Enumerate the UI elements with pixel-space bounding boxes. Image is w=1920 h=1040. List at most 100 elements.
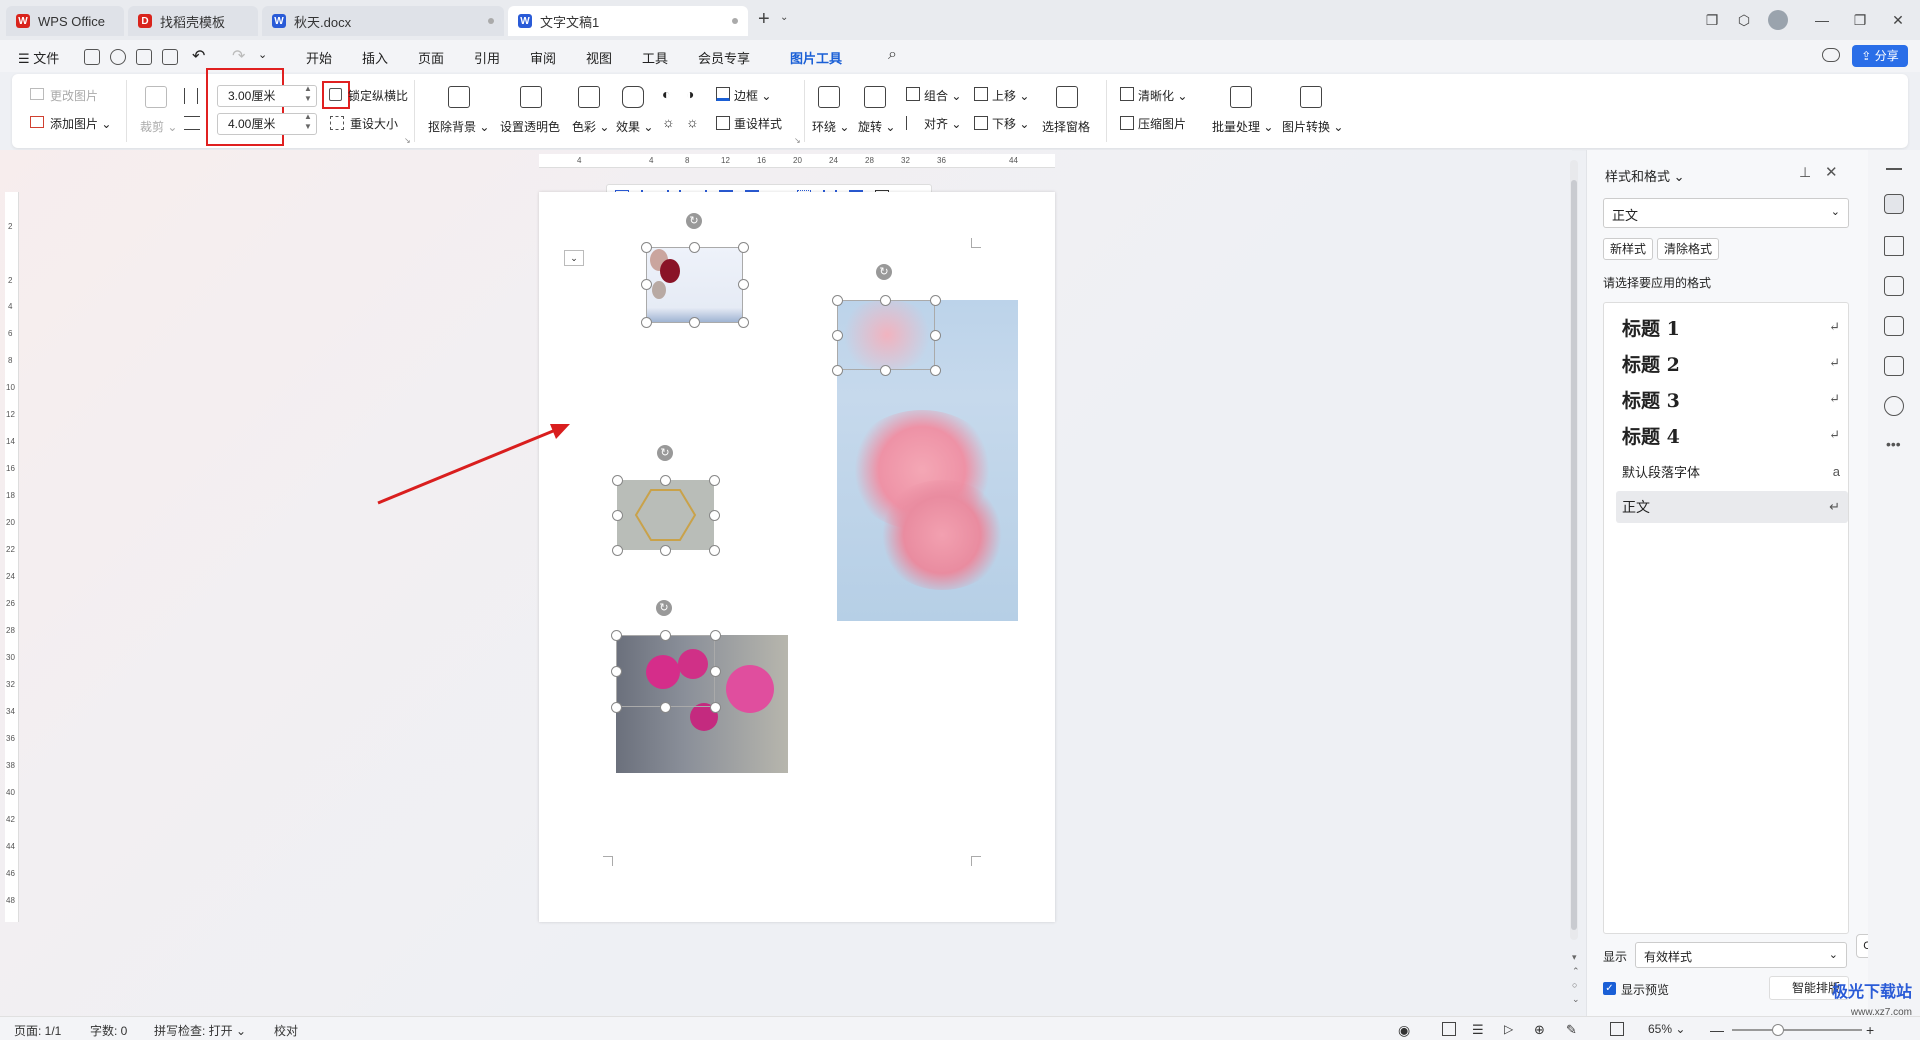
tab-autumn-doc[interactable]: W 秋天.docx bbox=[262, 6, 504, 36]
border-button[interactable]: 边框 ⌄ bbox=[734, 87, 771, 104]
increase-brightness-icon[interactable]: ☼ bbox=[662, 114, 675, 130]
undo-icon[interactable]: ↶ bbox=[192, 46, 205, 66]
resize-handle[interactable] bbox=[689, 242, 700, 253]
scrollbar-thumb[interactable] bbox=[1571, 180, 1577, 930]
more-chevron-icon[interactable]: ⌄ bbox=[258, 48, 267, 61]
zoom-in-icon[interactable]: + bbox=[1866, 1022, 1874, 1038]
resize-handle[interactable] bbox=[709, 510, 720, 521]
pin-icon[interactable]: ⊥ bbox=[1799, 164, 1811, 181]
window-layout-icon[interactable]: ❐ bbox=[1702, 10, 1722, 30]
add-image-button[interactable]: 添加图片 ⌄ bbox=[50, 115, 111, 132]
vertical-scrollbar[interactable] bbox=[1570, 160, 1578, 940]
restore-icon[interactable]: ❐ bbox=[1850, 10, 1870, 30]
resize-handle[interactable] bbox=[612, 510, 623, 521]
save-icon[interactable] bbox=[84, 49, 100, 65]
width-stepper[interactable]: ▲ ▼ bbox=[304, 112, 312, 132]
style-heading-1[interactable]: 标题 1 ↵ bbox=[1616, 311, 1848, 343]
tab-close-dot-icon[interactable] bbox=[732, 18, 738, 24]
tab-list-chevron-icon[interactable]: ⌄ bbox=[780, 12, 788, 23]
new-tab-plus-icon[interactable]: + bbox=[758, 8, 770, 31]
zoom-level[interactable]: 65% ⌄ bbox=[1648, 1022, 1685, 1036]
zoom-slider-thumb[interactable] bbox=[1772, 1024, 1784, 1036]
resize-handle[interactable] bbox=[689, 317, 700, 328]
file-menu[interactable]: ☰ 文件 bbox=[18, 48, 59, 67]
rotate-button[interactable]: 旋转 ⌄ bbox=[858, 118, 895, 135]
sharpen-button[interactable]: 清晰化 ⌄ bbox=[1138, 87, 1187, 104]
resize-handle[interactable] bbox=[930, 295, 941, 306]
menu-home[interactable]: 开始 bbox=[306, 48, 332, 67]
remove-background-button[interactable]: 抠除背景 ⌄ bbox=[428, 118, 489, 135]
rotate-handle-icon[interactable]: ↻ bbox=[686, 213, 702, 229]
tab-wps-office[interactable]: W WPS Office bbox=[6, 6, 124, 36]
close-icon[interactable]: ✕ bbox=[1888, 10, 1908, 30]
search-icon[interactable]: ⌕ bbox=[888, 46, 897, 64]
print-preview-icon[interactable] bbox=[162, 49, 178, 65]
search-doc-icon[interactable] bbox=[110, 49, 126, 65]
reset-size-button[interactable]: 重设大小 bbox=[350, 115, 398, 132]
menu-review[interactable]: 审阅 bbox=[530, 48, 556, 67]
show-select[interactable]: 有效样式 ⌄ bbox=[1635, 942, 1847, 968]
style-dialog-launcher-icon[interactable]: ↘ bbox=[794, 136, 801, 145]
resize-handle[interactable] bbox=[660, 702, 671, 713]
group-button[interactable]: 组合 ⌄ bbox=[924, 87, 961, 104]
tools-icon[interactable] bbox=[1884, 356, 1904, 376]
more-icon[interactable]: ••• bbox=[1886, 436, 1901, 452]
style-body-text[interactable]: 正文 ↵ bbox=[1616, 491, 1848, 523]
set-transparent-button[interactable]: 设置透明色 bbox=[500, 118, 560, 135]
minimize-icon[interactable]: — bbox=[1812, 10, 1832, 30]
image-edit-icon[interactable] bbox=[1884, 316, 1904, 336]
menu-tools[interactable]: 工具 bbox=[642, 48, 668, 67]
resize-handle[interactable] bbox=[738, 242, 749, 253]
collapse-icon[interactable] bbox=[1886, 168, 1902, 170]
avatar[interactable] bbox=[1768, 10, 1788, 30]
pane-close-icon[interactable]: ✕ bbox=[1825, 163, 1838, 181]
play-icon[interactable]: ▷ bbox=[1504, 1022, 1513, 1036]
redo-icon[interactable]: ↷ bbox=[232, 46, 245, 66]
decrease-brightness-icon[interactable]: ☼ bbox=[686, 114, 699, 130]
edit-pen-icon[interactable] bbox=[1884, 194, 1904, 214]
vertical-ruler[interactable]: 2 2 4 6 8 10 12 14 16 18 20 22 24 26 28 … bbox=[5, 192, 19, 922]
print-icon[interactable] bbox=[136, 49, 152, 65]
resize-handle[interactable] bbox=[930, 365, 941, 376]
menu-view[interactable]: 视图 bbox=[586, 48, 612, 67]
resize-handle[interactable] bbox=[832, 365, 843, 376]
resize-handle[interactable] bbox=[641, 317, 652, 328]
align-button[interactable]: 对齐 ⌄ bbox=[924, 115, 961, 132]
paragraph-layout-icon[interactable]: ⌄ bbox=[564, 250, 584, 266]
style-default-paragraph-font[interactable]: 默认段落字体 a bbox=[1616, 455, 1848, 487]
contrast-icon[interactable]: ◑ bbox=[686, 86, 694, 102]
rotate-handle-icon[interactable]: ↻ bbox=[656, 600, 672, 616]
resize-handle[interactable] bbox=[930, 330, 941, 341]
style-heading-2[interactable]: 标题 2 ↵ bbox=[1616, 347, 1848, 379]
fit-page-icon[interactable] bbox=[1610, 1022, 1624, 1036]
document-page[interactable]: ⌄ ↻ ↻ ↻ ↻ bbox=[539, 192, 1055, 922]
style-heading-3[interactable]: 标题 3 ↵ bbox=[1616, 383, 1848, 415]
clear-format-button[interactable]: 清除格式 bbox=[1657, 238, 1720, 260]
resize-handle[interactable] bbox=[832, 295, 843, 306]
reset-style-button[interactable]: 重设样式 bbox=[734, 115, 782, 132]
resize-handle[interactable] bbox=[710, 630, 721, 641]
select-cursor-icon[interactable] bbox=[1884, 236, 1904, 256]
tab-close-dot-icon[interactable] bbox=[488, 18, 494, 24]
effect-button[interactable]: 效果 ⌄ bbox=[616, 118, 653, 135]
hexagon-frame-image[interactable] bbox=[617, 480, 714, 550]
resize-handle[interactable] bbox=[709, 475, 720, 486]
pen-icon[interactable]: ✎ bbox=[1566, 1022, 1577, 1038]
size-dialog-launcher-icon[interactable]: ↘ bbox=[404, 136, 411, 145]
resize-handle[interactable] bbox=[641, 242, 652, 253]
spell-check[interactable]: 拼写检查: 打开 ⌄ bbox=[154, 1022, 246, 1039]
cloud-icon[interactable] bbox=[1822, 48, 1840, 62]
proofread[interactable]: 校对 bbox=[274, 1022, 298, 1039]
resize-handle[interactable] bbox=[832, 330, 843, 341]
rotate-handle-icon[interactable]: ↻ bbox=[876, 264, 892, 280]
adjust-icon[interactable] bbox=[1884, 276, 1904, 296]
resize-handle[interactable] bbox=[611, 666, 622, 677]
selection-pane-button[interactable]: 选择窗格 bbox=[1042, 118, 1090, 135]
resize-handle[interactable] bbox=[612, 475, 623, 486]
pane-title[interactable]: 样式和格式 ⌄ bbox=[1605, 166, 1685, 185]
batch-process-button[interactable]: 批量处理 ⌄ bbox=[1212, 118, 1273, 135]
bring-forward-button[interactable]: 上移 ⌄ bbox=[992, 87, 1029, 104]
wrap-text-button[interactable]: 环绕 ⌄ bbox=[812, 118, 849, 135]
share-button[interactable]: ⇪ 分享 bbox=[1852, 45, 1908, 67]
zoom-out-icon[interactable]: — bbox=[1710, 1022, 1724, 1038]
